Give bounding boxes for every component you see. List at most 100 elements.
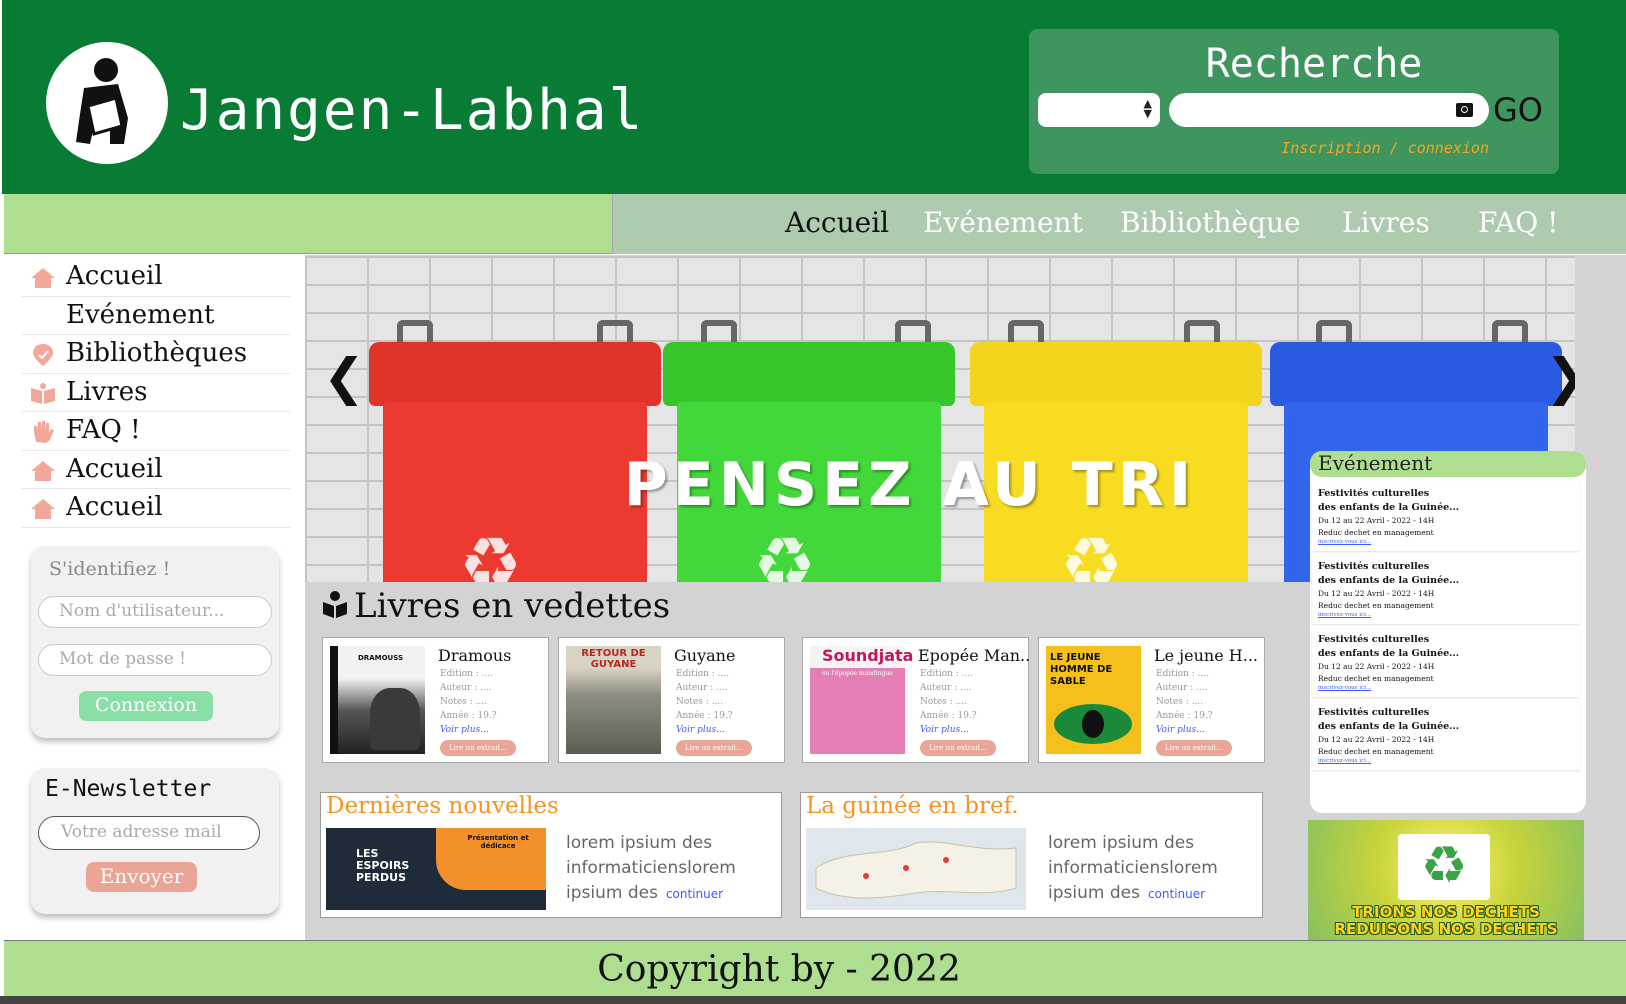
book-excerpt-button[interactable]: Lire un extrait... (1156, 740, 1232, 756)
nav-item-bibliotheque[interactable]: Bibliothèque (1120, 206, 1301, 239)
book-year: Année : 19.? (676, 711, 733, 721)
book-excerpt-button[interactable]: Lire un extrait... (920, 740, 996, 756)
nav-item-faq[interactable]: FAQ ! (1478, 206, 1558, 239)
sidebar-item-accueil-2[interactable]: Accueil (22, 451, 290, 489)
search-icon[interactable] (1456, 103, 1473, 117)
go-button[interactable]: GO (1493, 91, 1543, 129)
bin-lid (369, 342, 661, 406)
book-title: Epopée Man.. (918, 646, 1031, 665)
recycle-icon: ♻ (1420, 836, 1468, 896)
promo-sign: ♻ (1398, 834, 1490, 900)
latest-news-image[interactable]: Présentation et dédicace LES ESPOIRS PER… (326, 828, 546, 910)
nav-bar-left (4, 194, 612, 254)
book-notes: Notes : .... (920, 697, 968, 707)
newsletter-card: E-Newsletter Votre adresse mail Envoyer (31, 768, 279, 914)
event-title: Festivités culturelles des enfants de la … (1318, 706, 1459, 734)
book-title: Le jeune H... (1154, 646, 1258, 665)
recycling-promo-banner[interactable]: ♻ TRIONS NOS DECHETS REDUISONS NOS DECHET… (1308, 820, 1584, 940)
event-signup-link[interactable]: inscrivez-vous ici... (1318, 612, 1371, 618)
book-more-link[interactable]: Voir plus... (676, 725, 725, 735)
login-title: S'identifiez ! (49, 558, 171, 580)
sidebar-item-accueil[interactable]: Accueil (22, 258, 290, 297)
event-signup-link[interactable]: inscrivez-vous ici... (1318, 539, 1371, 545)
book-more-link[interactable]: Voir plus... (920, 725, 969, 735)
copyright-text: Copyright by - 2022 (597, 949, 961, 990)
event-desc: Reduc dechet en management (1318, 601, 1434, 610)
book-reader-icon (323, 591, 347, 618)
carousel-next-icon[interactable]: ❯ (1545, 348, 1575, 406)
book-cover: DRAMOUSS (330, 646, 425, 754)
sidebar-item-accueil-3[interactable]: Accueil (22, 489, 290, 528)
book-notes: Notes : .... (676, 697, 724, 707)
event-title: Festivités culturelles des enfants de la … (1318, 633, 1459, 661)
event-title-line2: des enfants de la Guinée... (1318, 721, 1460, 732)
sidebar-item-bibliotheques[interactable]: Bibliothèques (22, 335, 290, 374)
site-title[interactable]: Jangen-Labhal (180, 78, 644, 143)
sidebar-item-evenement[interactable]: Evénement (22, 297, 290, 335)
book-more-link[interactable]: Voir plus... (440, 725, 489, 735)
featured-books-label: Livres en vedettes (354, 586, 671, 626)
recycle-icon: ♻ (1060, 522, 1123, 582)
cover-title: RETOUR DE GUYANE (581, 648, 646, 670)
book-cover: LE JEUNE HOMME DE SABLE (1046, 646, 1141, 754)
book-edition: Edition : .... (920, 669, 974, 679)
latest-news-title: Dernières nouvelles (326, 793, 559, 819)
sidebar-item-label: FAQ ! (66, 415, 141, 445)
open-book-icon (31, 382, 55, 404)
newsletter-send-button[interactable]: Envoyer (86, 862, 197, 892)
event-title: Festivités culturelles des enfants de la … (1318, 487, 1459, 515)
book-year: Année : 19.? (440, 711, 497, 721)
select-arrows-icon: ▲ ▼ (1143, 97, 1152, 120)
events-title: Evénement (1310, 451, 1586, 477)
news-image-badge: Présentation et dédicace (467, 834, 529, 850)
sidebar-item-label: Evénement (66, 299, 215, 330)
logo[interactable] (46, 42, 168, 164)
book-notes: Notes : .... (440, 697, 488, 707)
event-signup-link[interactable]: inscrivez-vous ici... (1318, 685, 1371, 691)
book-edition: Edition : .... (1156, 669, 1210, 679)
latest-news-continue-link[interactable]: continuer (666, 887, 723, 901)
book-card[interactable]: LE JEUNE HOMME DE SABLE Le jeune H... Ed… (1038, 637, 1265, 763)
carousel-prev-icon[interactable]: ❮ (323, 348, 365, 406)
guinea-brief-continue-link[interactable]: continuer (1148, 887, 1205, 901)
book-author: Auteur : .... (920, 683, 972, 693)
event-item[interactable]: Festivités culturelles des enfants de la … (1312, 702, 1580, 770)
newsletter-email-field[interactable]: Votre adresse mail (38, 816, 260, 850)
sidebar-item-label: Bibliothèques (66, 338, 248, 368)
username-field[interactable]: Nom d'utilisateur... (38, 596, 272, 628)
event-item[interactable]: Festivités culturelles des enfants de la … (1312, 556, 1580, 624)
book-card[interactable]: DRAMOUSS Dramous Edition : .... Auteur :… (322, 637, 549, 763)
search-title: Recherche (1205, 41, 1423, 87)
promo-line-1: TRIONS NOS DECHETS (1352, 903, 1540, 921)
search-category-select[interactable]: ▲ ▼ (1038, 93, 1160, 127)
home-icon (31, 460, 55, 481)
bin-lid (663, 342, 955, 406)
nav-item-livres[interactable]: Livres (1342, 206, 1430, 239)
event-signup-link[interactable]: inscrivez-vous ici... (1318, 758, 1371, 764)
cover-face (370, 688, 420, 750)
guinea-brief-box: La guinée en bref. lorem ipsium des info… (800, 792, 1263, 918)
event-item[interactable]: Festivités culturelles des enfants de la … (1312, 483, 1580, 551)
search-input[interactable] (1169, 93, 1489, 127)
book-excerpt-button[interactable]: Lire un extrait... (676, 740, 752, 756)
password-field[interactable]: Mot de passe ! (38, 644, 272, 676)
book-card[interactable]: Soundjata ou l'épopée mandingue Epopée M… (802, 637, 1031, 763)
event-item[interactable]: Festivités culturelles des enfants de la … (1312, 629, 1580, 697)
guinea-map-image[interactable] (806, 828, 1026, 910)
nav-item-evenement[interactable]: Evénement (923, 206, 1083, 239)
latest-news-box: Dernières nouvelles Présentation et dédi… (320, 792, 782, 918)
recycle-icon: ♻ (459, 522, 522, 582)
nav-item-accueil[interactable]: Accueil (785, 206, 889, 239)
sidebar-item-faq[interactable]: FAQ ! (22, 412, 290, 451)
book-author: Auteur : .... (440, 683, 492, 693)
book-more-link[interactable]: Voir plus... (1156, 725, 1205, 735)
sidebar-item-livres[interactable]: Livres (22, 374, 290, 412)
book-title: Dramous (438, 646, 512, 665)
sidebar-item-label: Accueil (66, 492, 163, 522)
guinea-brief-title: La guinée en bref. (806, 793, 1019, 819)
signin-link[interactable]: Inscription / connexion (1029, 139, 1489, 157)
login-button[interactable]: Connexion (79, 691, 213, 721)
book-excerpt-button[interactable]: Lire un extrait... (440, 740, 516, 756)
book-card[interactable]: RETOUR DE GUYANE Guyane Edition : .... A… (558, 637, 785, 763)
newsletter-title: E-Newsletter (45, 776, 212, 802)
